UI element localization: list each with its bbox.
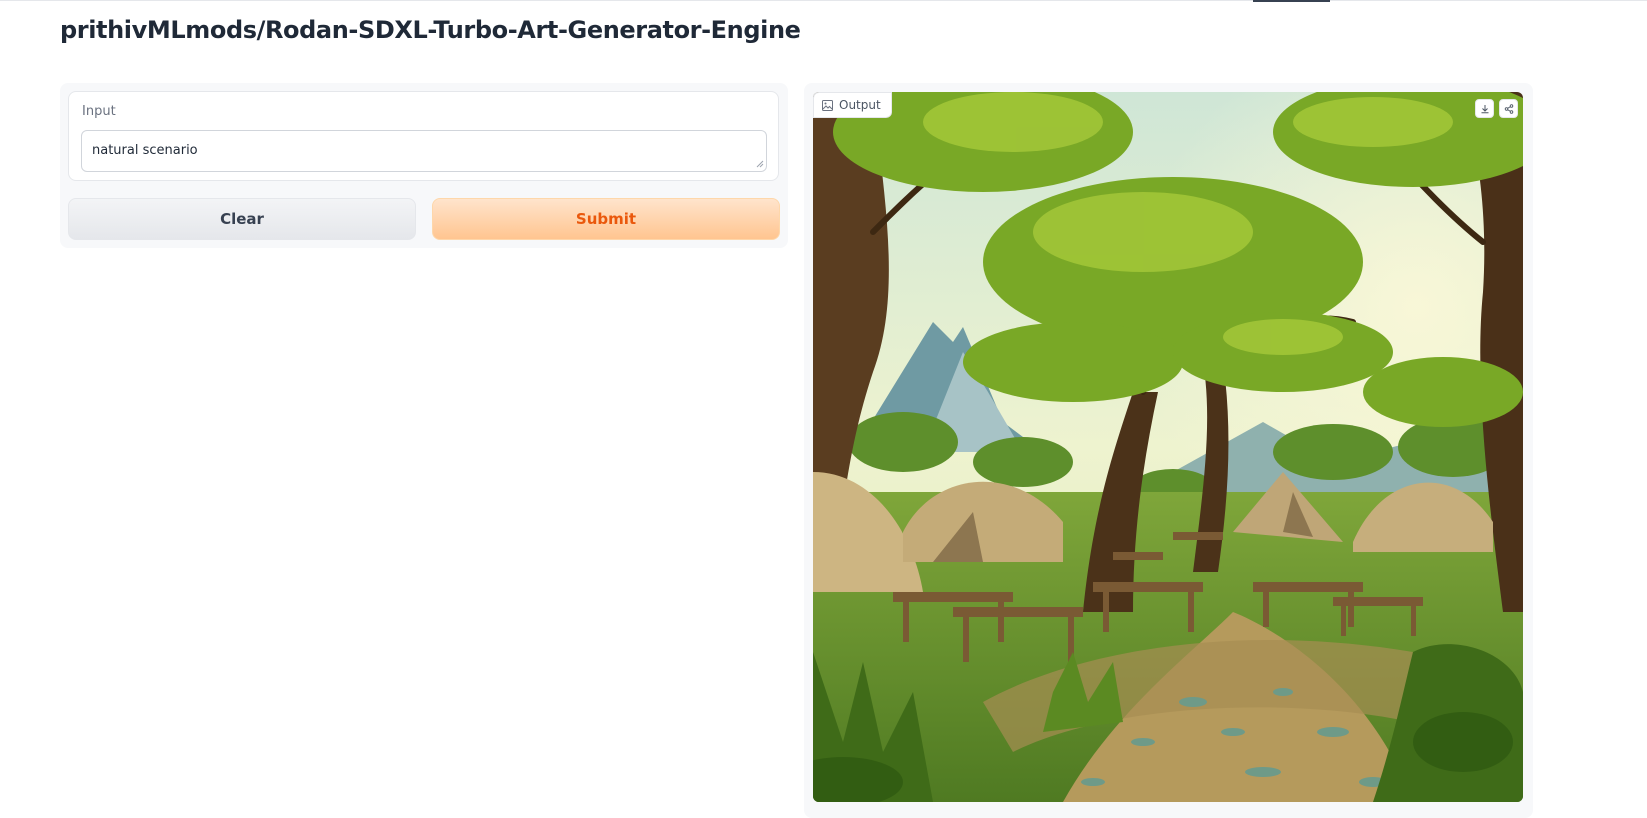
output-label: Output [813,92,892,118]
download-icon [1481,104,1488,113]
output-label-text: Output [839,98,881,112]
image-icon [822,99,833,111]
resize-handle-icon[interactable] [756,160,764,168]
submit-button[interactable]: Submit [432,198,780,240]
output-image [813,92,1523,802]
input-label: Input [82,104,116,119]
share-icon [1504,103,1513,114]
top-divider [0,0,1647,1]
clear-button[interactable]: Clear [68,198,416,240]
input-block: Input natural scenario [68,91,779,181]
top-tab-indicator[interactable] [1253,0,1330,2]
prompt-textarea[interactable]: natural scenario [81,130,767,172]
download-button[interactable] [1475,99,1494,118]
share-button[interactable] [1499,99,1518,118]
page-title: prithivMLmods/Rodan-SDXL-Turbo-Art-Gener… [60,16,801,44]
